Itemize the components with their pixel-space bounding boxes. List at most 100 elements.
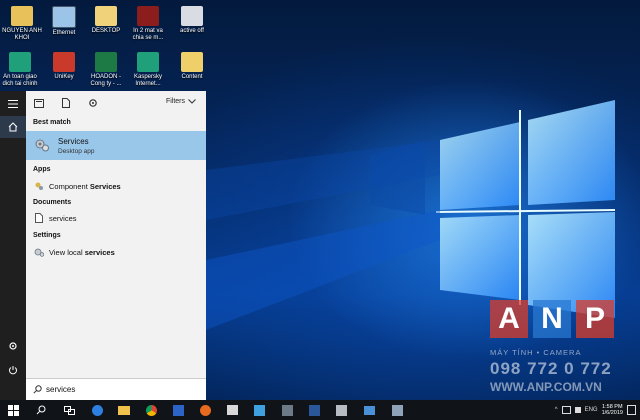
network-icon[interactable] (561, 406, 571, 414)
excel-file-icon (95, 52, 117, 72)
search-results-panel: Filters Best match Services Desktop app … (26, 91, 206, 400)
search-icon (33, 385, 42, 394)
app-button-6[interactable] (334, 403, 348, 417)
app-button-7[interactable] (390, 403, 404, 417)
file-explorer-button[interactable] (117, 403, 131, 417)
start-icon (7, 404, 19, 416)
apps-filter-button[interactable] (33, 97, 45, 109)
filter-bar: Filters (26, 91, 206, 115)
language-indicator[interactable]: ENG (585, 407, 598, 413)
chevron-up-icon[interactable]: ^ (555, 407, 558, 413)
taskbar: ^ ENG 1:58 PM 1/6/2019 (0, 400, 640, 420)
search-input[interactable] (42, 385, 186, 394)
edge-button[interactable] (90, 403, 104, 417)
apps-filter-icon (34, 98, 44, 108)
desktop-icon-user-folder[interactable]: NGUYEN ANH KHOI (2, 6, 42, 42)
desktop-icon-ethernet[interactable]: Ethernet (44, 6, 84, 37)
result-prefix: View local (49, 247, 85, 257)
desktop-icon-kaspersky[interactable]: Kaspersky Internet... (128, 52, 168, 88)
desktop-icon-desktop-folder[interactable]: DESKTOP (86, 6, 126, 35)
desktop-icon-label: Content (181, 74, 203, 80)
document-shortcut-icon (137, 6, 159, 26)
kaspersky-shield-icon (137, 52, 159, 72)
services-gear-icon (35, 139, 49, 152)
settings-button[interactable] (0, 335, 26, 357)
chrome-button[interactable] (144, 403, 158, 417)
apps-heading: Apps (33, 166, 51, 173)
desktop-icon-document[interactable]: In 2 mat va chia se m... (128, 6, 168, 42)
watermark-letter: P (576, 300, 614, 338)
watermark-letter: N (533, 300, 571, 338)
app-shortcut-icon (181, 6, 203, 26)
document-result-services[interactable]: services (26, 210, 206, 226)
edge-icon (91, 404, 103, 416)
hamburger-icon (8, 100, 18, 108)
app-button-3[interactable] (171, 403, 185, 417)
gear-icon (9, 342, 17, 350)
firefox-icon (199, 404, 211, 416)
best-match-result[interactable]: Services Desktop app (26, 131, 206, 160)
desktop-icon-label: HOADON - Cong ty - ... (90, 74, 122, 87)
store-button[interactable] (225, 403, 239, 417)
system-tray: ^ ENG 1:58 PM 1/6/2019 (555, 403, 636, 417)
task-view-button[interactable] (62, 403, 76, 417)
app-button-5[interactable] (280, 403, 294, 417)
documents-filter-icon (62, 98, 70, 108)
watermark-letter: A (490, 300, 528, 338)
settings-filter-icon (89, 99, 97, 107)
settings-filter-button[interactable] (87, 97, 99, 109)
clock-date: 1/6/2019 (601, 410, 623, 416)
desktop-icon-label: In 2 mat va chia se m... (132, 28, 164, 41)
photos-icon (363, 405, 375, 415)
photos-button[interactable] (362, 403, 376, 417)
power-button[interactable] (0, 359, 26, 381)
taskbar-search-button[interactable] (34, 403, 48, 417)
clock[interactable]: 1:58 PM 1/6/2019 (602, 404, 623, 417)
store-icon (226, 405, 238, 415)
power-icon (9, 366, 17, 375)
volume-icon[interactable] (574, 407, 581, 413)
menu-button[interactable] (0, 93, 26, 115)
chevron-down-icon (188, 99, 196, 104)
desktop-icon-unikey[interactable]: UniKey (44, 52, 84, 81)
user-folder-icon (11, 6, 33, 26)
result-match: Services (89, 181, 121, 191)
watermark-subtitle: MÁY TÍNH • CAMERA (490, 348, 582, 357)
desktop-icon-content[interactable]: Content (172, 52, 212, 81)
search-box[interactable] (26, 378, 206, 400)
word-button[interactable] (307, 403, 321, 417)
documents-filter-button[interactable] (60, 97, 72, 109)
filters-dropdown[interactable]: Filters (166, 98, 196, 105)
home-icon (8, 122, 18, 132)
watermark-url: WWW.ANP.COM.VN (490, 380, 602, 394)
app-icon (391, 404, 403, 416)
best-match-title: Services (58, 137, 89, 146)
desktop-icon-label: Kaspersky Internet... (133, 74, 162, 87)
app-result-component-services[interactable]: Component Services (26, 178, 206, 194)
search-icon (36, 405, 46, 415)
desktop-icon-label: active off (180, 28, 204, 34)
best-match-heading: Best match (33, 119, 71, 126)
desktop-icon-label: UniKey (54, 74, 74, 80)
notification-icon[interactable] (627, 405, 636, 415)
network-shortcut-icon (52, 6, 76, 28)
desktop-icon-an-toan-giao-dich[interactable]: An toan giao dich tai chinh (0, 52, 40, 88)
app-button-4[interactable] (252, 403, 266, 417)
word-icon (308, 404, 320, 416)
filters-label: Filters (165, 98, 185, 105)
file-explorer-icon (118, 405, 130, 415)
app-icon (281, 404, 293, 416)
home-button[interactable] (0, 116, 26, 138)
services-settings-icon (33, 246, 45, 258)
firefox-button[interactable] (198, 403, 212, 417)
kaspersky-shield-icon (9, 52, 31, 72)
component-services-icon (33, 180, 45, 192)
desktop-icon-hoadon[interactable]: HOADON - Cong ty - ... (86, 52, 126, 88)
settings-result-view-local-services[interactable]: View local services (26, 244, 206, 260)
start-button[interactable] (6, 403, 20, 417)
start-left-rail (0, 91, 26, 400)
task-view-icon (63, 405, 75, 415)
desktop-icon-active-off[interactable]: active off (172, 6, 212, 35)
result-label: services (49, 213, 77, 223)
unikey-icon (53, 52, 75, 72)
